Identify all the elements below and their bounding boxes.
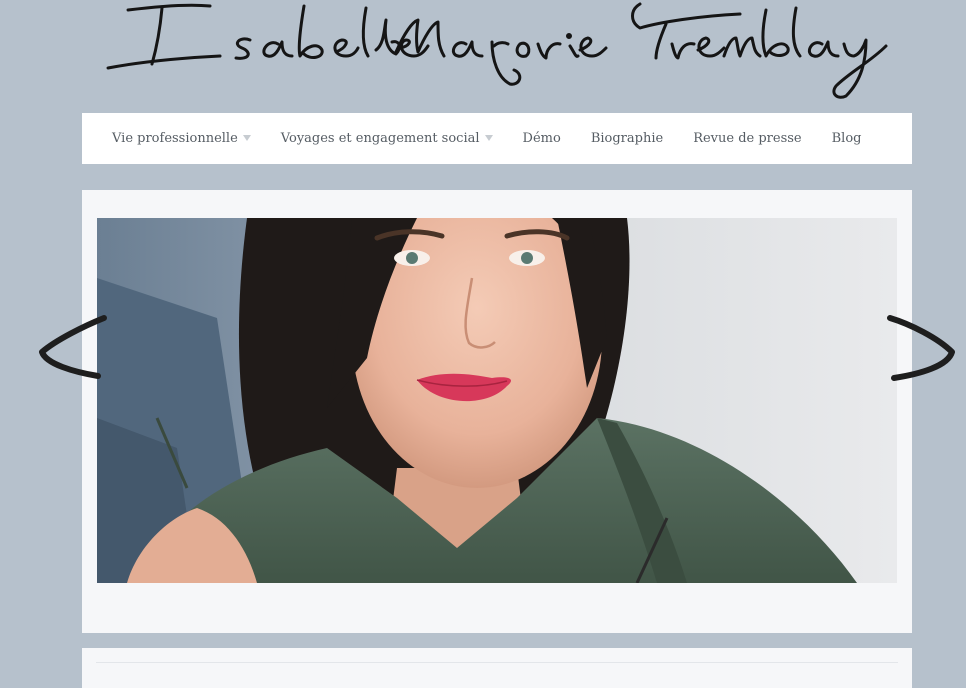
submenu-caret-icon	[242, 134, 251, 141]
signature-drawing	[106, 2, 888, 99]
main-navigation: Vie professionnelle Voyages et engagemen…	[82, 113, 912, 164]
handdrawn-chevron-left-icon	[39, 315, 107, 379]
nav-item-label: Vie professionnelle	[112, 131, 238, 146]
submenu-caret-icon	[484, 134, 493, 141]
divider	[96, 662, 898, 663]
slider-next-button[interactable]	[882, 310, 958, 386]
nav-item-demo[interactable]: Démo	[523, 131, 561, 146]
hero-slider	[82, 190, 912, 633]
nav-item-voyages-engagement-social[interactable]: Voyages et engagement social	[281, 131, 493, 146]
content-panel	[82, 648, 912, 688]
nav-item-label: Biographie	[590, 131, 664, 146]
portrait-illustration	[97, 218, 897, 583]
nav-item-biographie[interactable]: Biographie	[591, 131, 663, 146]
handdrawn-chevron-right-icon	[887, 315, 955, 381]
nav-item-vie-professionnelle[interactable]: Vie professionnelle	[112, 131, 251, 146]
slider-previous-button[interactable]	[34, 310, 110, 386]
nav-item-blog[interactable]: Blog	[832, 131, 862, 146]
nav-item-revue-de-presse[interactable]: Revue de presse	[693, 131, 801, 146]
nav-item-label: Revue de presse	[693, 131, 802, 146]
nav-item-label: Démo	[522, 131, 561, 146]
slide-portrait-photo	[97, 218, 897, 583]
nav-item-label: Voyages et engagement social	[280, 131, 480, 146]
site-signature-logo[interactable]	[100, 0, 890, 104]
nav-item-label: Blog	[831, 131, 862, 146]
